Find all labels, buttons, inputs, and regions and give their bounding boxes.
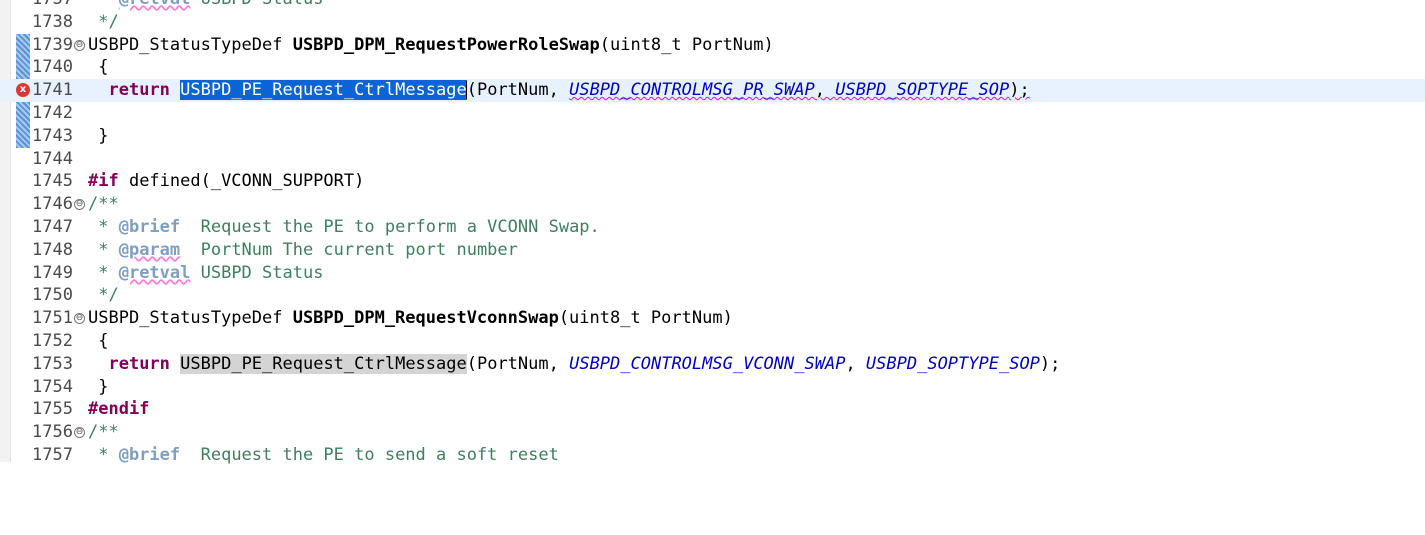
line-number: 1754 xyxy=(32,376,73,397)
function-name[interactable]: USBPD_DPM_RequestVconnSwap xyxy=(293,308,559,328)
line-number: 1739 xyxy=(32,34,73,55)
code-line-1751: 1751 ⊖ USBPD_StatusTypeDef USBPD_DPM_Req… xyxy=(32,308,733,329)
change-marker-icon xyxy=(16,33,30,57)
line-number: 1753 xyxy=(32,353,73,374)
code-line-1743: 1743 } xyxy=(0,124,1425,148)
line-number: 1756 xyxy=(32,422,73,443)
code-line-1746: 1746 ⊖ /** xyxy=(32,194,119,215)
selected-function-call[interactable]: USBPD_PE_Request_CtrlMessage xyxy=(180,80,467,101)
code-line-1748: 1748 * @param PortNum The current port n… xyxy=(32,239,518,260)
code-line-1755: 1755 #endif xyxy=(32,399,150,420)
code-line-1752: 1752 { xyxy=(32,330,109,351)
code-line-1737: 1737 * @retval USBPD Status xyxy=(0,0,1425,11)
line-number: 1741 xyxy=(32,80,73,101)
macro-ref[interactable]: USBPD_SOPTYPE_SOP xyxy=(866,354,1040,374)
code-line-1744: 1744 xyxy=(0,148,1425,171)
line-number: 1752 xyxy=(32,330,73,351)
macro-ref[interactable]: USBPD_SOPTYPE_SOP xyxy=(835,80,1009,100)
line-number: 1746 xyxy=(32,194,73,215)
change-marker-icon xyxy=(16,56,30,80)
line-number: 1740 xyxy=(32,57,73,78)
line-number: 1757 xyxy=(32,444,73,465)
code-line-1742: 1742 xyxy=(0,101,1425,125)
code-line-1747: 1747 * @brief Request the PE to perform … xyxy=(32,216,600,237)
line-number: 1751 xyxy=(32,308,73,329)
code-line-1740: 1740 { xyxy=(0,56,1425,80)
code-line-1757: 1757 * @brief Request the PE to send a s… xyxy=(32,444,559,465)
line-number: 1747 xyxy=(32,216,73,237)
fold-toggle-icon[interactable]: ⊖ xyxy=(74,39,85,51)
macro-ref[interactable]: USBPD_CONTROLMSG_VCONN_SWAP xyxy=(569,354,845,374)
occurrence-highlight[interactable]: USBPD_PE_Request_CtrlMessage xyxy=(180,353,467,374)
code-line-1753: 1753 return USBPD_PE_Request_CtrlMessage… xyxy=(32,353,1061,374)
fold-toggle-icon[interactable]: ⊖ xyxy=(74,313,85,325)
line-number: 1748 xyxy=(32,239,73,260)
line-number: 1749 xyxy=(32,262,73,283)
error-marker[interactable]: x xyxy=(16,79,30,102)
change-marker-icon xyxy=(16,101,30,125)
line-number: 1744 xyxy=(32,148,73,169)
change-marker-icon xyxy=(16,124,30,148)
fold-toggle-icon[interactable]: ⊖ xyxy=(74,199,85,211)
line-number: 1742 xyxy=(32,102,73,123)
line-number: 1755 xyxy=(32,399,73,420)
code-line-1756: 1756 ⊖ /** xyxy=(32,422,119,443)
function-name[interactable]: USBPD_DPM_RequestPowerRoleSwap xyxy=(293,35,600,55)
fold-toggle-icon[interactable]: ⊖ xyxy=(74,427,85,439)
code-line-1754: 1754 } xyxy=(32,376,109,397)
code-line-1738: 1738 */ xyxy=(32,11,119,32)
line-number: 1737 xyxy=(32,0,76,11)
error-icon[interactable]: x xyxy=(16,83,30,98)
line-number: 1745 xyxy=(32,171,73,192)
code-editor[interactable]: 1737 * @retval USBPD Status 1738 */ 1739… xyxy=(0,0,1425,467)
code-line-1741-current: x 1741 return USBPD_PE_Request_CtrlMessa… xyxy=(0,79,1425,102)
code-line-1749: 1749 * @retval USBPD Status xyxy=(32,262,324,283)
code-line-1750: 1750 */ xyxy=(32,285,119,306)
line-number: 1738 xyxy=(32,11,73,32)
code-line-1739: 1739 ⊖ USBPD_StatusTypeDef USBPD_DPM_Req… xyxy=(0,33,1425,57)
line-number: 1750 xyxy=(32,285,73,306)
code-line-1745: 1745 #if defined(_VCONN_SUPPORT) xyxy=(32,171,365,192)
macro-ref[interactable]: USBPD_CONTROLMSG_PR_SWAP xyxy=(569,80,815,100)
line-number: 1743 xyxy=(32,125,73,146)
